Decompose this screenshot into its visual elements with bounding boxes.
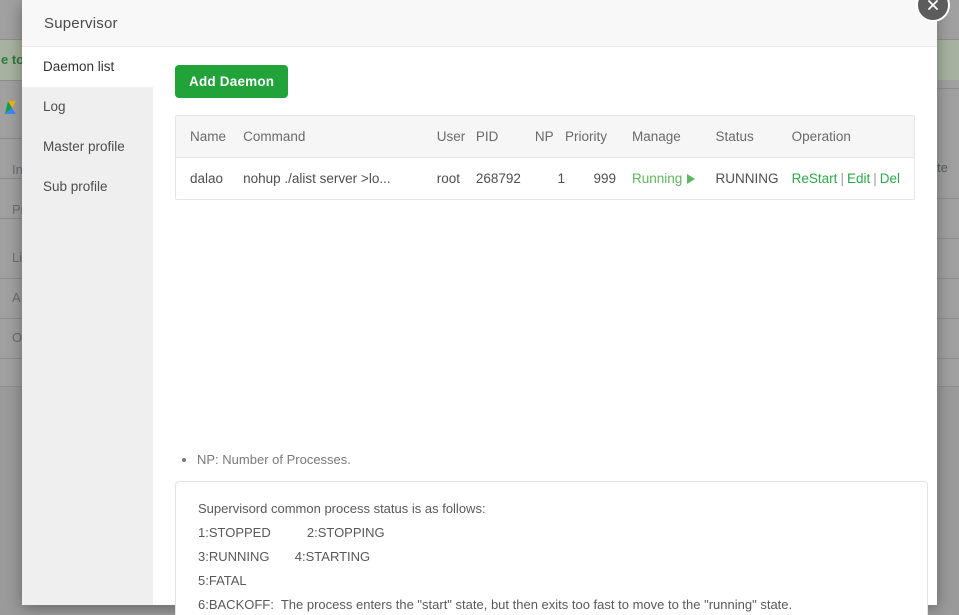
column-header-np: NP bbox=[535, 116, 565, 158]
status-info-box: Supervisord common process status is as … bbox=[175, 481, 928, 615]
table-header-row: Name Command User PID NP Priority Manage… bbox=[176, 116, 914, 158]
column-header-manage: Manage bbox=[616, 116, 706, 158]
notes-section: NP: Number of Processes. Supervisord com… bbox=[175, 451, 928, 615]
close-glyph bbox=[925, 0, 941, 13]
column-header-operation: Operation bbox=[792, 116, 914, 158]
notes-bullet-list: NP: Number of Processes. bbox=[175, 451, 928, 469]
info-line: 5:FATAL bbox=[198, 569, 905, 593]
operation-separator: | bbox=[837, 171, 847, 186]
column-header-status: Status bbox=[706, 116, 792, 158]
modal-header: Supervisor bbox=[22, 0, 937, 47]
background-left-strip: e to In Pr Li A O bbox=[0, 0, 22, 615]
google-drive-icon bbox=[2, 100, 22, 118]
play-icon[interactable] bbox=[687, 174, 695, 184]
background-right-strip: te bbox=[937, 0, 959, 615]
table-head: Name Command User PID NP Priority Manage… bbox=[176, 116, 914, 158]
daemon-table: Name Command User PID NP Priority Manage… bbox=[176, 116, 914, 199]
column-header-user: User bbox=[437, 116, 476, 158]
list-item: NP: Number of Processes. bbox=[197, 451, 928, 469]
info-line: 3:RUNNING 4:STARTING bbox=[198, 545, 905, 569]
column-header-pid: PID bbox=[476, 116, 535, 158]
cell-priority: 999 bbox=[565, 158, 616, 200]
operation-separator: | bbox=[870, 171, 880, 186]
content-panel: Add Daemon Name Command User PID NP Prio… bbox=[153, 47, 937, 605]
column-header-priority: Priority bbox=[565, 116, 616, 158]
background-banner-right bbox=[937, 40, 959, 80]
table-row[interactable]: dalao nohup ./alist server >lo... root 2… bbox=[176, 158, 914, 200]
supervisor-modal: Supervisor Daemon list Log Master profil… bbox=[22, 0, 937, 605]
cell-user: root bbox=[437, 158, 476, 200]
background-item-2: Li bbox=[0, 250, 22, 265]
sidebar: Daemon list Log Master profile Sub profi… bbox=[22, 47, 153, 605]
info-line: 1:STOPPED 2:STOPPING bbox=[198, 521, 905, 545]
column-header-name: Name bbox=[176, 116, 243, 158]
sidebar-item-label: Log bbox=[43, 99, 66, 114]
info-line: Supervisord common process status is as … bbox=[198, 497, 905, 521]
background-item-1: Pr bbox=[0, 202, 22, 217]
sidebar-item-master-profile[interactable]: Master profile bbox=[22, 127, 153, 167]
page-title: Supervisor bbox=[44, 15, 118, 32]
cell-command: nohup ./alist server >lo... bbox=[243, 158, 437, 200]
status-badge: RUNNING bbox=[706, 158, 792, 200]
sidebar-item-sub-profile[interactable]: Sub profile bbox=[22, 167, 153, 207]
sidebar-item-label: Sub profile bbox=[43, 179, 108, 194]
cell-name: dalao bbox=[176, 158, 243, 200]
background-right-text: te bbox=[937, 160, 959, 175]
cell-manage[interactable]: Running bbox=[616, 158, 706, 200]
cell-operations: ReStart|Edit|Del bbox=[792, 158, 914, 200]
sidebar-item-label: Master profile bbox=[43, 139, 125, 154]
cell-pid: 268792 bbox=[476, 158, 535, 200]
table-body: dalao nohup ./alist server >lo... root 2… bbox=[176, 158, 914, 200]
column-header-command: Command bbox=[243, 116, 437, 158]
add-daemon-button[interactable]: Add Daemon bbox=[175, 65, 288, 98]
daemon-table-wrapper: Name Command User PID NP Priority Manage… bbox=[175, 115, 915, 200]
screen: e to In Pr Li A O bbox=[0, 0, 959, 615]
sidebar-item-log[interactable]: Log bbox=[22, 87, 153, 127]
info-line: 6:BACKOFF: The process enters the "start… bbox=[198, 593, 905, 615]
background-item-0: In bbox=[0, 162, 22, 177]
background-item-4: O bbox=[0, 330, 22, 345]
sidebar-item-label: Daemon list bbox=[43, 59, 114, 74]
edit-link[interactable]: Edit bbox=[847, 171, 870, 186]
background-item-3: A bbox=[0, 290, 22, 305]
modal-body: Daemon list Log Master profile Sub profi… bbox=[22, 47, 937, 605]
background-banner-text: e to bbox=[0, 40, 22, 80]
restart-link[interactable]: ReStart bbox=[792, 171, 838, 186]
manage-state-label: Running bbox=[632, 171, 682, 186]
delete-link[interactable]: Del bbox=[880, 171, 900, 186]
sidebar-item-daemon-list[interactable]: Daemon list bbox=[22, 47, 153, 87]
cell-np: 1 bbox=[535, 158, 565, 200]
